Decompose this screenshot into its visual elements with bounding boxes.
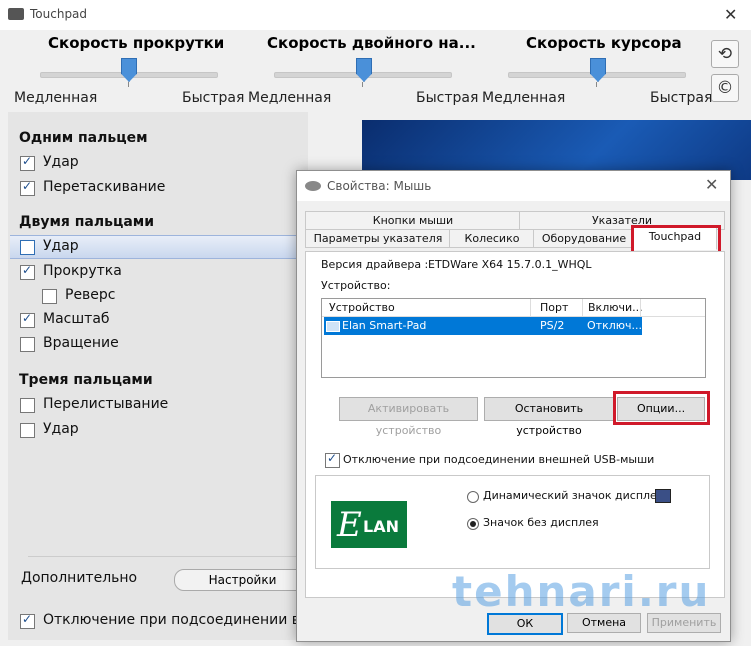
table-row[interactable]: Elan Smart-Pad PS/2 Отключ... xyxy=(324,317,642,335)
logo-text: LAN xyxy=(363,517,399,536)
display-icon xyxy=(655,489,671,503)
two-finger-scroll-checkbox[interactable] xyxy=(20,263,35,280)
scroll-speed-min: Медленная xyxy=(14,90,98,106)
disable-external-mouse-checkbox[interactable] xyxy=(20,612,35,629)
double-tap-speed-label: Скорость двойного на... xyxy=(267,34,476,52)
dialog-title: Свойства: Мышь xyxy=(327,179,432,193)
disable-external-mouse-label: Отключение при подсоединении вне xyxy=(43,612,318,628)
device-state: Отключ... xyxy=(587,319,642,332)
column-separator xyxy=(582,299,583,316)
column-device[interactable]: Устройство xyxy=(329,301,395,314)
column-separator xyxy=(640,299,641,316)
radio-static-icon[interactable] xyxy=(467,518,479,530)
tab-wheel[interactable]: Колесико xyxy=(449,229,535,248)
cursor-speed-min: Медленная xyxy=(482,90,566,106)
slider-tick xyxy=(128,82,129,87)
additional-label: Дополнительно xyxy=(21,570,138,586)
usb-disable-label: Отключение при подсоединении внешней USB… xyxy=(343,453,655,466)
device-list[interactable]: Устройство Порт Включи... Elan Smart-Pad… xyxy=(321,298,706,378)
usb-disable-checkbox[interactable] xyxy=(325,451,340,468)
activate-device-button[interactable]: Активировать устройство xyxy=(339,397,478,437)
scroll-speed-max: Быстрая xyxy=(182,90,245,106)
column-enabled[interactable]: Включи... xyxy=(588,301,643,314)
reset-icon[interactable]: ⟲ xyxy=(711,40,739,68)
zoom-label: Масштаб xyxy=(43,311,110,327)
radio-dynamic-icon[interactable] xyxy=(467,491,479,503)
rotate-label: Вращение xyxy=(43,335,119,351)
cancel-button[interactable]: Отмена xyxy=(567,613,641,633)
slider-tick xyxy=(596,82,597,87)
radio-static-label: Значок без дисплея xyxy=(483,516,599,529)
one-finger-heading: Одним пальцем xyxy=(19,130,148,146)
scroll-speed-thumb[interactable] xyxy=(121,58,137,82)
scroll-speed-label: Скорость прокрутки xyxy=(48,34,225,52)
tab-hardware[interactable]: Оборудование xyxy=(533,229,635,248)
stop-device-button[interactable]: Остановить устройство xyxy=(484,397,614,437)
copyright-icon[interactable]: © xyxy=(711,74,739,102)
dialog-titlebar: Свойства: Мышь ✕ xyxy=(297,171,730,201)
divider xyxy=(28,556,298,557)
slider-tick xyxy=(362,82,363,87)
column-port[interactable]: Порт xyxy=(540,301,568,314)
one-finger-tap-checkbox[interactable] xyxy=(20,154,35,171)
flip-label: Перелистывание xyxy=(43,396,169,412)
watermark: tehnari.ru xyxy=(452,567,711,616)
three-fingers-heading: Тремя пальцами xyxy=(19,372,153,388)
mouse-icon xyxy=(305,181,321,191)
reverse-checkbox[interactable] xyxy=(42,289,57,304)
zoom-checkbox[interactable] xyxy=(20,311,35,328)
driver-version-label: Версия драйвера : xyxy=(321,258,429,271)
column-separator xyxy=(530,299,531,316)
tab-mouse-buttons[interactable]: Кнопки мыши xyxy=(305,211,521,230)
device-port: PS/2 xyxy=(540,319,565,332)
radio-dynamic-label: Динамический значок дисплея xyxy=(483,489,664,502)
tab-pointer-options[interactable]: Параметры указателя xyxy=(305,229,451,248)
one-finger-drag-label: Перетаскивание xyxy=(43,179,166,195)
cursor-speed-label: Скорость курсора xyxy=(526,34,682,52)
close-icon[interactable]: ✕ xyxy=(705,175,718,194)
three-finger-tap-label: Удар xyxy=(43,421,79,437)
two-fingers-heading: Двумя пальцами xyxy=(19,214,155,230)
two-finger-scroll-label: Прокрутка xyxy=(43,263,122,279)
two-finger-tap-label: Удар xyxy=(43,238,79,254)
options-button-highlight xyxy=(613,391,710,425)
double-tap-speed-max: Быстрая xyxy=(416,90,479,106)
cursor-speed-thumb[interactable] xyxy=(590,58,606,82)
one-finger-tap-label: Удар xyxy=(43,154,79,170)
two-finger-tap-checkbox[interactable] xyxy=(20,240,35,255)
touchpad-device-icon xyxy=(326,321,340,332)
driver-version-value: ETDWare X64 15.7.0.1_WHQL xyxy=(428,258,592,271)
window-title: Touchpad xyxy=(30,7,88,21)
flip-checkbox[interactable] xyxy=(20,398,35,413)
double-tap-speed-min: Медленная xyxy=(248,90,332,106)
reverse-label: Реверс xyxy=(65,287,116,303)
double-tap-speed-thumb[interactable] xyxy=(356,58,372,82)
logo-letter: E xyxy=(337,505,362,545)
touchpad-titlebar: Touchpad ✕ xyxy=(0,0,751,30)
ok-button[interactable]: ОК xyxy=(487,613,563,635)
rotate-checkbox[interactable] xyxy=(20,337,35,352)
close-icon[interactable]: ✕ xyxy=(724,5,737,24)
one-finger-drag-checkbox[interactable] xyxy=(20,179,35,196)
apply-button[interactable]: Применить xyxy=(647,613,721,633)
elan-logo: E LAN xyxy=(331,501,407,548)
cursor-speed-max: Быстрая xyxy=(650,90,713,106)
three-finger-tap-checkbox[interactable] xyxy=(20,423,35,438)
settings-button[interactable]: Настройки xyxy=(174,569,311,591)
devices-label: Устройство: xyxy=(321,279,391,292)
device-name: Elan Smart-Pad xyxy=(342,319,427,332)
touchpad-app-icon xyxy=(8,8,24,20)
device-list-header: Устройство Порт Включи... xyxy=(322,299,705,317)
